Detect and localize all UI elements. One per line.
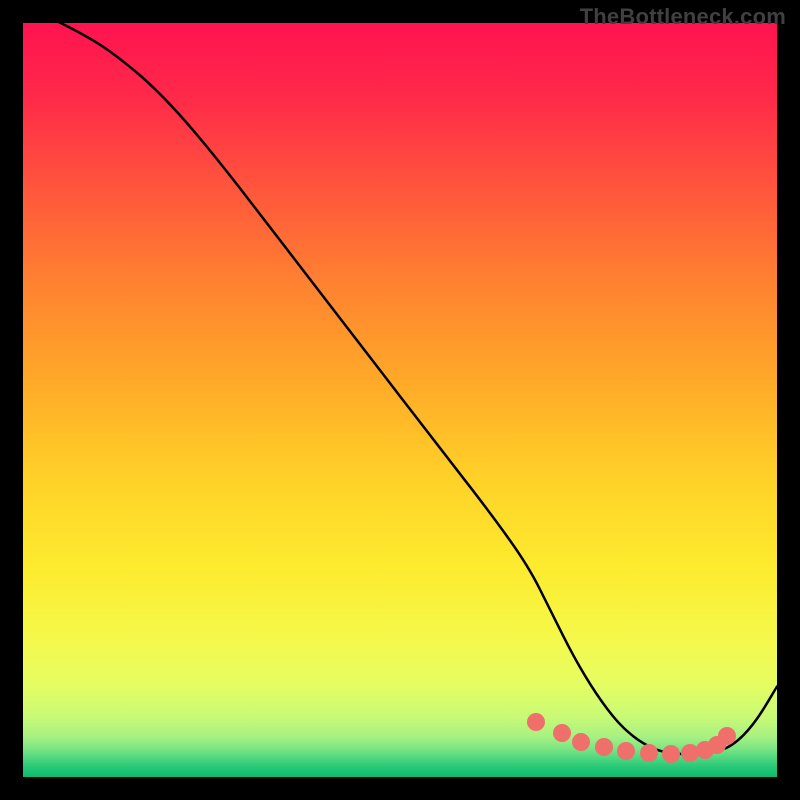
marker-dot — [640, 744, 658, 762]
marker-dot — [617, 742, 635, 760]
marker-dot — [718, 727, 736, 745]
chart-frame: TheBottleneck.com — [0, 0, 800, 800]
marker-dot — [595, 738, 613, 756]
marker-dot — [527, 713, 545, 731]
watermark-text: TheBottleneck.com — [580, 4, 786, 30]
curve-line — [23, 23, 777, 777]
marker-dot — [662, 745, 680, 763]
marker-dot — [572, 733, 590, 751]
plot-area — [23, 23, 777, 777]
